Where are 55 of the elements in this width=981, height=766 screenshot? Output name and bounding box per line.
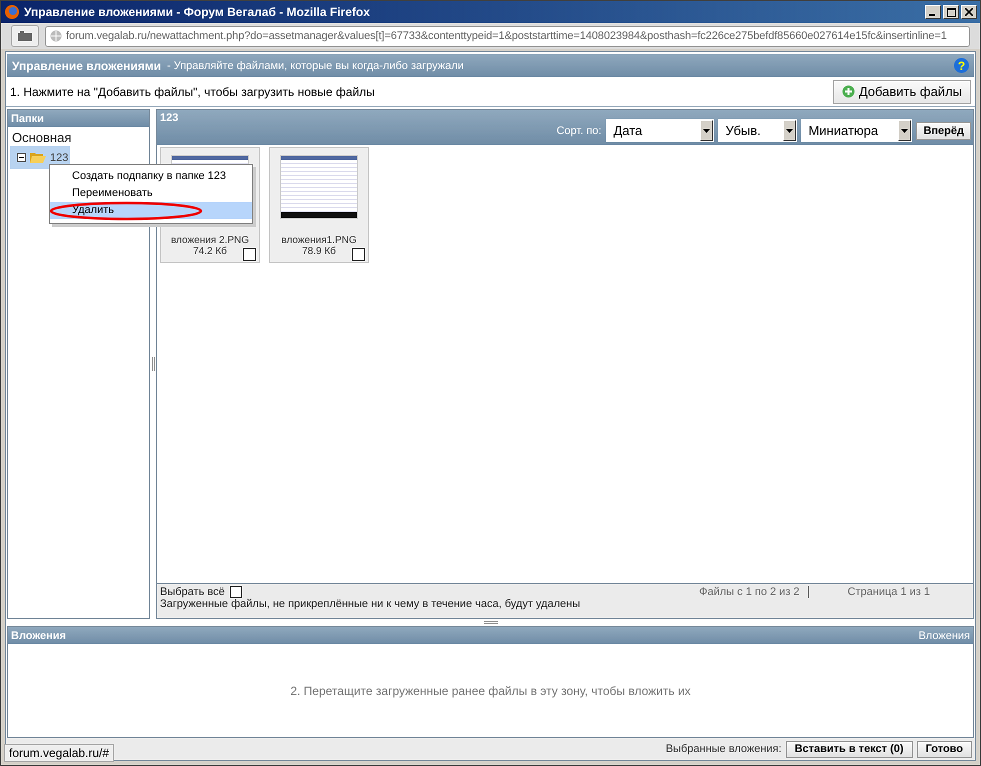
insert-button[interactable]: Вставить в текст (0) [786, 740, 913, 758]
page-info: Страница 1 из 1 [848, 586, 930, 598]
menu-item[interactable]: Переименовать [50, 185, 252, 202]
menu-item[interactable]: Создать подпапку в папке 123 [50, 168, 252, 185]
checkbox[interactable] [243, 248, 256, 261]
plus-icon [842, 85, 855, 98]
file-size: 78.9 Кб [302, 246, 336, 257]
caret-icon [901, 128, 908, 132]
splitter-handle[interactable] [152, 357, 154, 371]
selected-attachments-label: Выбранные вложения: [666, 743, 782, 755]
maximize-button[interactable] [943, 5, 959, 19]
panel-title: Папки [11, 112, 44, 124]
collapse-icon[interactable] [17, 153, 26, 162]
note-text: Загруженные файлы, не прикреплённые ни к чему в течение часа, будут удалены [160, 598, 582, 610]
folder-icon [29, 151, 47, 164]
checkbox[interactable] [352, 248, 365, 261]
status-url: forum.vegalab.ru/# [4, 744, 114, 762]
close-icon [965, 8, 973, 16]
dropdown[interactable]: Миниатюра [801, 119, 912, 142]
close-button[interactable] [961, 5, 977, 19]
panel-label: Вложения [918, 630, 970, 642]
go-button[interactable]: Вперёд [916, 122, 971, 140]
file-size: 74.2 Кб [193, 246, 227, 257]
file-card[interactable]: вложения1.PNG 78.9 Кб [269, 147, 369, 263]
folder-item[interactable]: 123 [10, 146, 70, 169]
folder-icon [18, 31, 32, 41]
page-title: Управление вложениями [12, 58, 162, 72]
splitter-handle[interactable] [484, 621, 498, 624]
dropdown[interactable]: Убыв. [718, 119, 798, 142]
page-subtitle: - Управляйте файлами, которые вы когда-либо загружали [167, 60, 464, 72]
dropdown[interactable]: Дата [606, 119, 714, 142]
caret-icon [786, 128, 794, 132]
sort-label: Сорт. по: [556, 124, 602, 136]
caret-icon [703, 128, 710, 132]
file-name: вложения 2.PNG [170, 235, 250, 246]
address-field[interactable]: forum.vegalab.ru/newattachment.php?do=assetmanager&values[t]=67733&contenttypeid=1&poststarttime=1408023984&posthash=fc226ce275befdf85660e027614e15fc&insertinline=1 [45, 26, 970, 46]
panel-title: 123 [160, 112, 178, 124]
checkbox[interactable] [230, 586, 242, 598]
drop-zone[interactable]: 2. Перетащите загруженные ранее файлы в эту зону, чтобы вложить их [8, 644, 973, 737]
folder-item[interactable]: Основная [10, 129, 147, 146]
tab-groups-button[interactable] [11, 25, 39, 47]
help-button[interactable]: ? [954, 58, 969, 73]
browser-logo-icon [4, 4, 20, 20]
window-title: Управление вложениями - Форум Вегалаб - Mozilla Firefox [24, 5, 370, 19]
done-button[interactable]: Готово [916, 740, 972, 758]
file-range: Файлы с 1 по 2 из 2 [699, 586, 809, 598]
add-files-button[interactable]: Добавить файлы [832, 80, 971, 104]
maximize-icon [946, 8, 956, 16]
file-name: вложения1.PNG [281, 235, 357, 246]
select-all-label: Выбрать всё [160, 586, 225, 598]
instruction-text: 1. Нажмите на "Добавить файлы", чтобы загрузить новые файлы [10, 84, 375, 98]
panel-title: Вложения [11, 630, 66, 642]
drop-hint: 2. Перетащите загруженные ранее файлы в эту зону, чтобы вложить их [290, 684, 691, 698]
globe-icon [50, 30, 62, 42]
minimize-button[interactable] [925, 5, 941, 19]
